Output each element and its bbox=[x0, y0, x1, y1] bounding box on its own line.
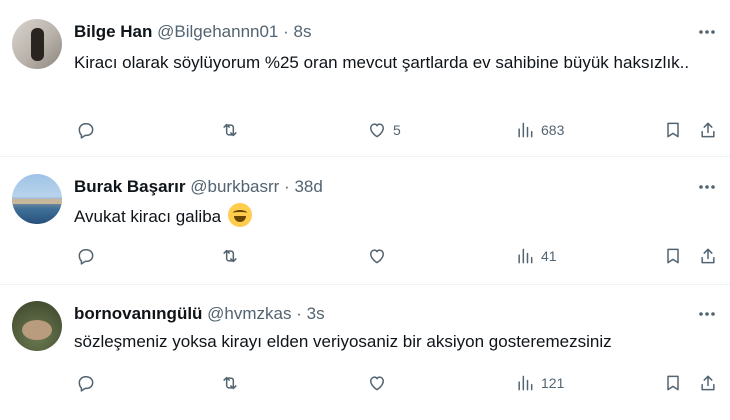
more-icon[interactable] bbox=[696, 303, 718, 325]
more-icon[interactable] bbox=[696, 176, 718, 198]
tweet-text: Kiracı olarak söylüyorum %25 oran mevcut… bbox=[74, 53, 690, 72]
like-button[interactable] bbox=[367, 371, 387, 395]
bookmark-icon bbox=[667, 248, 679, 264]
bookmark-icon bbox=[667, 375, 679, 391]
user-handle[interactable]: @hvmzkas bbox=[207, 304, 291, 323]
timestamp[interactable]: 38d bbox=[294, 177, 322, 196]
views-icon bbox=[518, 375, 533, 391]
like-count: 5 bbox=[393, 122, 401, 138]
share-icon bbox=[701, 375, 715, 391]
tweet-text-content: Avukat kiracı galiba bbox=[74, 207, 226, 226]
share-button[interactable] bbox=[698, 371, 718, 395]
more-icon[interactable] bbox=[696, 21, 718, 43]
timestamp[interactable]: 8s bbox=[294, 22, 312, 41]
tweet[interactable]: Bilge Han @Bilgehannn01 · 8s Kiracı olar… bbox=[0, 0, 730, 157]
bookmark-button[interactable] bbox=[663, 244, 683, 268]
share-button[interactable] bbox=[698, 118, 718, 142]
share-button[interactable] bbox=[698, 244, 718, 268]
avatar[interactable] bbox=[12, 19, 62, 69]
retweet-icon bbox=[223, 376, 237, 390]
share-icon bbox=[701, 122, 715, 138]
action-bar: 41 bbox=[74, 244, 720, 268]
view-count: 121 bbox=[541, 375, 565, 391]
separator-dot: · bbox=[284, 177, 290, 196]
avatar[interactable] bbox=[12, 301, 62, 351]
tweet-text: Avukat kiracı galiba bbox=[74, 203, 694, 230]
user-handle[interactable]: @Bilgehannn01 bbox=[157, 22, 278, 41]
like-button[interactable]: 5 bbox=[367, 118, 401, 142]
display-name[interactable]: Burak Başarır bbox=[74, 177, 186, 196]
reply-icon bbox=[78, 249, 94, 265]
tweet[interactable]: Burak Başarır @burkbasrr · 38d Avukat ki… bbox=[0, 157, 730, 285]
action-bar: 5 683 bbox=[74, 118, 720, 142]
heart-icon bbox=[370, 376, 384, 391]
views-button[interactable]: 121 bbox=[515, 371, 564, 395]
timestamp[interactable]: 3s bbox=[307, 304, 325, 323]
retweet-icon bbox=[223, 123, 237, 137]
views-button[interactable]: 41 bbox=[515, 244, 557, 268]
view-count: 41 bbox=[541, 248, 557, 264]
tweet-header: bornovanıngülü @hvmzkas · 3s bbox=[74, 303, 325, 325]
reply-button[interactable] bbox=[76, 244, 96, 268]
separator-dot: · bbox=[296, 304, 302, 323]
tears-of-joy-emoji bbox=[227, 203, 252, 227]
display-name[interactable]: bornovanıngülü bbox=[74, 304, 202, 323]
display-name[interactable]: Bilge Han bbox=[74, 22, 152, 41]
bookmark-button[interactable] bbox=[663, 371, 683, 395]
views-button[interactable]: 683 bbox=[515, 118, 564, 142]
reply-feed: Bilge Han @Bilgehannn01 · 8s Kiracı olar… bbox=[0, 0, 730, 420]
view-count: 683 bbox=[541, 122, 565, 138]
bookmark-icon bbox=[667, 122, 679, 138]
tweet-text: sözleşmeniz yoksa kirayı elden veriyosan… bbox=[74, 332, 612, 351]
reply-icon bbox=[78, 123, 94, 139]
like-button[interactable] bbox=[367, 244, 387, 268]
reply-icon bbox=[78, 376, 94, 392]
bookmark-button[interactable] bbox=[663, 118, 683, 142]
share-icon bbox=[701, 248, 715, 264]
separator-dot: · bbox=[283, 22, 289, 41]
tweet-header: Bilge Han @Bilgehannn01 · 8s bbox=[74, 21, 312, 43]
reply-button[interactable] bbox=[76, 118, 96, 142]
heart-icon bbox=[370, 249, 384, 264]
heart-icon bbox=[370, 123, 384, 138]
views-icon bbox=[518, 122, 533, 138]
views-icon bbox=[518, 248, 533, 264]
reply-button[interactable] bbox=[76, 371, 96, 395]
tweet[interactable]: bornovanıngülü @hvmzkas · 3s sözleşmeniz… bbox=[0, 285, 730, 420]
retweet-button[interactable] bbox=[220, 371, 240, 395]
action-bar: 121 bbox=[74, 371, 720, 395]
tweet-header: Burak Başarır @burkbasrr · 38d bbox=[74, 176, 323, 198]
retweet-icon bbox=[223, 249, 237, 263]
user-handle[interactable]: @burkbasrr bbox=[190, 177, 279, 196]
retweet-button[interactable] bbox=[220, 118, 240, 142]
avatar[interactable] bbox=[12, 174, 62, 224]
retweet-button[interactable] bbox=[220, 244, 240, 268]
